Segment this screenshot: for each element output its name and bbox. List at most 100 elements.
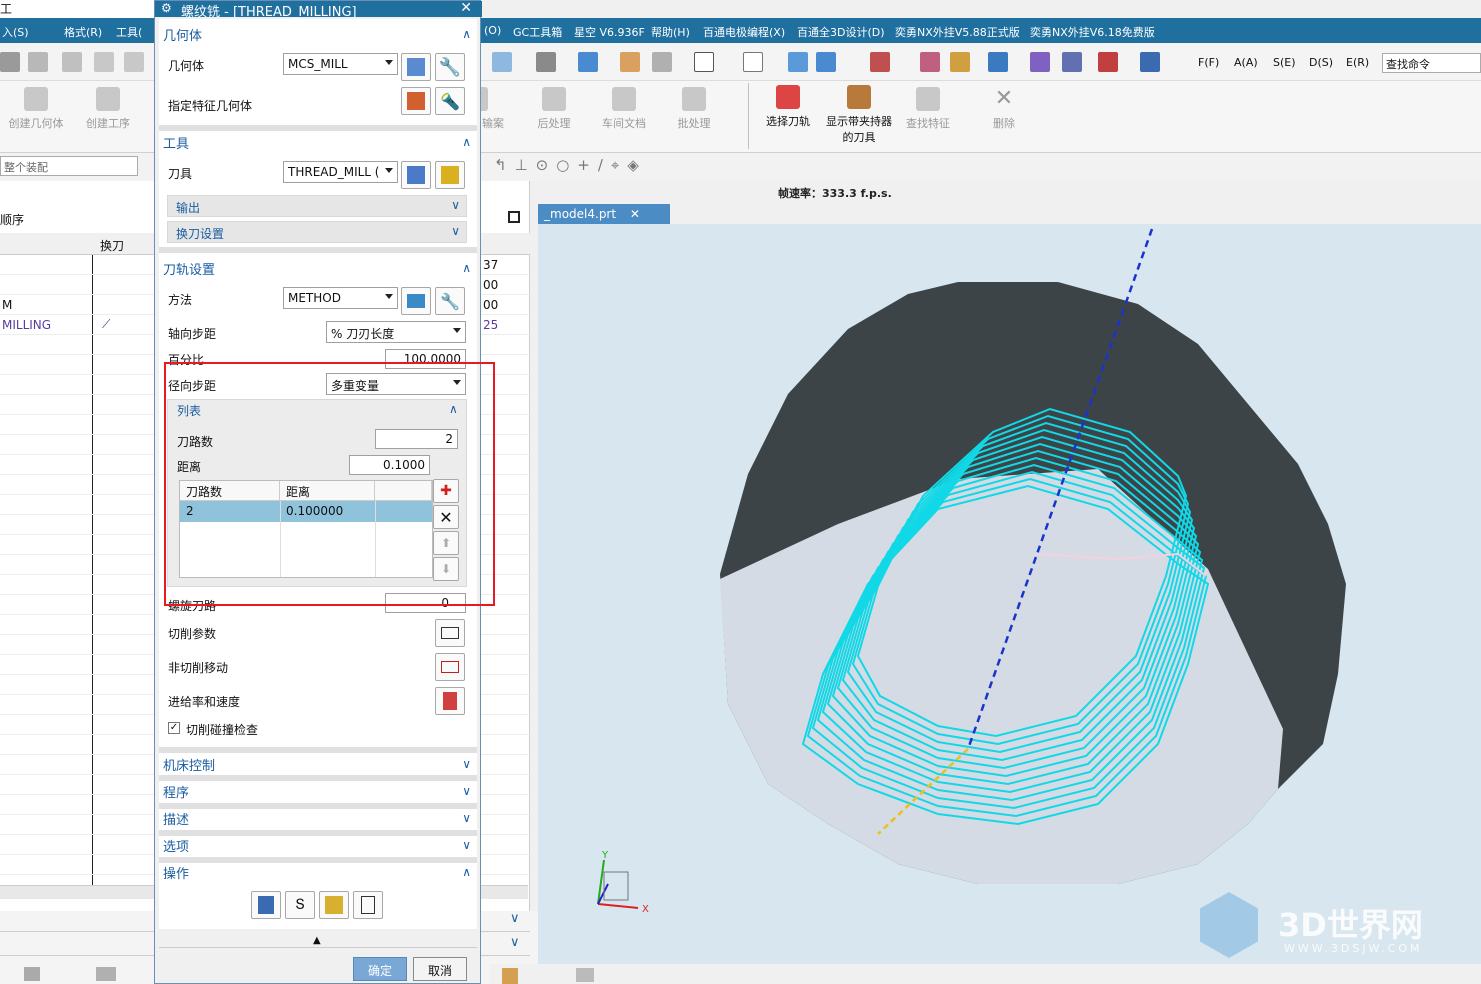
save-icon[interactable]: [0, 52, 20, 72]
create-operation-button[interactable]: 创建工序: [80, 87, 136, 131]
menu-item[interactable]: 工具(: [116, 24, 142, 40]
edit-method-button[interactable]: 🔧: [435, 287, 465, 315]
actions-header[interactable]: 操作 ∧: [163, 863, 475, 885]
filter-s[interactable]: S(E): [1273, 56, 1296, 69]
cut-params-button[interactable]: [435, 619, 465, 647]
menu-item[interactable]: (O): [484, 24, 501, 37]
model-tab[interactable]: _model4.prt ✕: [538, 204, 670, 224]
display-feature-button[interactable]: 🔦: [435, 87, 465, 115]
edit-geometry-button[interactable]: 🔧: [435, 53, 465, 81]
collision-checkbox[interactable]: ✓: [168, 722, 180, 734]
simulate-icon[interactable]: [1062, 52, 1082, 72]
collapse-arrow-icon[interactable]: ▲: [313, 935, 321, 946]
print-icon[interactable]: [28, 52, 48, 72]
verify-button[interactable]: [319, 891, 349, 919]
display-icon[interactable]: [652, 52, 672, 72]
edit-tool-button[interactable]: [435, 161, 465, 189]
close-icon[interactable]: ✕: [460, 0, 472, 16]
subsection-title: 换刀设置: [176, 227, 225, 241]
description-header[interactable]: 描述 ∨: [163, 809, 475, 831]
path-settings-header[interactable]: 刀轨设置 ∧: [163, 259, 475, 281]
feeds-button[interactable]: [435, 687, 465, 715]
graphics-viewport[interactable]: X Y 3D世界网 WWW.3DSJW.COM: [538, 224, 1481, 964]
menu-item[interactable]: 奕勇NX外挂V5.88正式版: [895, 24, 1020, 40]
list-button[interactable]: [353, 891, 383, 919]
method-select[interactable]: METHOD: [283, 287, 398, 309]
menu-item[interactable]: 入(S): [2, 24, 29, 40]
dialog-titlebar[interactable]: ⚙ 螺纹铣 - [THREAD_MILLING] ✕: [155, 0, 482, 20]
filter-d[interactable]: D(S): [1309, 56, 1333, 69]
tool-section-header[interactable]: 工具 ∧: [163, 133, 475, 155]
move-icon[interactable]: [788, 52, 808, 72]
create-geometry-button[interactable]: 创建几何体: [4, 87, 68, 131]
menu-item[interactable]: 星空 V6.936F: [574, 24, 645, 40]
command-search-input[interactable]: 查找命令: [1382, 53, 1481, 73]
chevron-down-icon[interactable]: ∨: [510, 911, 520, 926]
replay-icon: Տ: [295, 897, 305, 913]
maximize-icon[interactable]: [508, 211, 520, 223]
menu-item[interactable]: 百通全3D设计(D): [797, 24, 885, 40]
ok-button[interactable]: 确定: [353, 957, 407, 981]
copy-icon[interactable]: [94, 52, 114, 72]
fit-view-icon[interactable]: [492, 52, 512, 72]
paste-icon[interactable]: [124, 52, 144, 72]
edit-tool-icon: [441, 166, 459, 184]
shaded-icon[interactable]: [578, 52, 598, 72]
measure-icon[interactable]: [920, 52, 940, 72]
snap-point-icons[interactable]: ↰⊥⊙○+∕⌖◈: [494, 156, 647, 174]
generate-button[interactable]: [251, 891, 281, 919]
chevron-down-icon[interactable]: ∨: [510, 935, 520, 950]
axial-step-select[interactable]: % 刀刃长度: [326, 321, 466, 343]
menu-item[interactable]: 百通电极编程(X): [703, 24, 785, 40]
cut-icon[interactable]: [62, 52, 82, 72]
menu-item[interactable]: 帮助(H): [651, 24, 690, 40]
select-toolpath-button[interactable]: 选择刀轨: [760, 85, 816, 129]
geometry-select[interactable]: MCS_MILL: [283, 53, 398, 75]
machine-icon[interactable]: [576, 968, 594, 982]
new-method-button[interactable]: [401, 287, 431, 315]
specify-feature-button[interactable]: [401, 87, 431, 115]
cancel-button[interactable]: 取消: [413, 957, 467, 981]
postprocess-button[interactable]: 后处理: [532, 87, 576, 131]
shop-doc-button[interactable]: 车间文档: [598, 87, 650, 131]
delete-button[interactable]: ✕ 删除: [984, 87, 1024, 131]
color-swatch-icon[interactable]: [743, 52, 763, 72]
ruler-icon[interactable]: [1098, 52, 1118, 72]
dimension-icon[interactable]: [1140, 52, 1160, 72]
options-header[interactable]: 选项 ∨: [163, 836, 475, 858]
show-tool-holder-button[interactable]: 显示带夹持器的刀具: [826, 85, 892, 145]
output-subsection[interactable]: 输出 ∨: [167, 195, 467, 217]
geometry-section-header[interactable]: 几何体 ∧: [163, 25, 475, 47]
output-cls-button[interactable]: 输案: [478, 87, 508, 131]
non-cut-button[interactable]: [435, 653, 465, 681]
filter-a[interactable]: A(A): [1234, 56, 1258, 69]
analysis-icon[interactable]: [950, 52, 970, 72]
tool-change-subsection[interactable]: 换刀设置 ∨: [167, 221, 467, 243]
batch-button[interactable]: 批处理: [672, 87, 716, 131]
new-geometry-button[interactable]: [401, 53, 431, 81]
new-tool-button[interactable]: [401, 161, 431, 189]
menu-item[interactable]: GC工具箱: [513, 24, 562, 40]
snap-icon[interactable]: [870, 52, 890, 72]
orient-icon[interactable]: [816, 52, 836, 72]
close-icon[interactable]: ✕: [630, 207, 640, 221]
resource-bar-icon[interactable]: [96, 967, 116, 981]
menu-item[interactable]: 格式(R): [64, 24, 102, 40]
filter-f[interactable]: F(F): [1198, 56, 1219, 69]
filter-e[interactable]: E(R): [1346, 56, 1369, 69]
render-style-icon[interactable]: [536, 52, 556, 72]
resource-bar-icon[interactable]: [24, 967, 40, 981]
machine-control-header[interactable]: 机床控制 ∨: [163, 755, 475, 777]
find-feature-button[interactable]: 查找特征: [902, 87, 954, 131]
toolpath-play-icon[interactable]: [988, 52, 1008, 72]
background-icon[interactable]: [694, 52, 714, 72]
assembly-filter-select[interactable]: 整个装配: [0, 156, 138, 176]
toolbar-divider: [748, 83, 749, 149]
layer-icon[interactable]: [620, 52, 640, 72]
menu-item[interactable]: 奕勇NX外挂V6.18免费版: [1030, 24, 1155, 40]
program-header[interactable]: 程序 ∨: [163, 782, 475, 804]
part-icon[interactable]: [502, 968, 518, 984]
verify-icon[interactable]: [1030, 52, 1050, 72]
tool-select[interactable]: THREAD_MILL (: [283, 161, 398, 183]
replay-button[interactable]: Տ: [285, 891, 315, 919]
